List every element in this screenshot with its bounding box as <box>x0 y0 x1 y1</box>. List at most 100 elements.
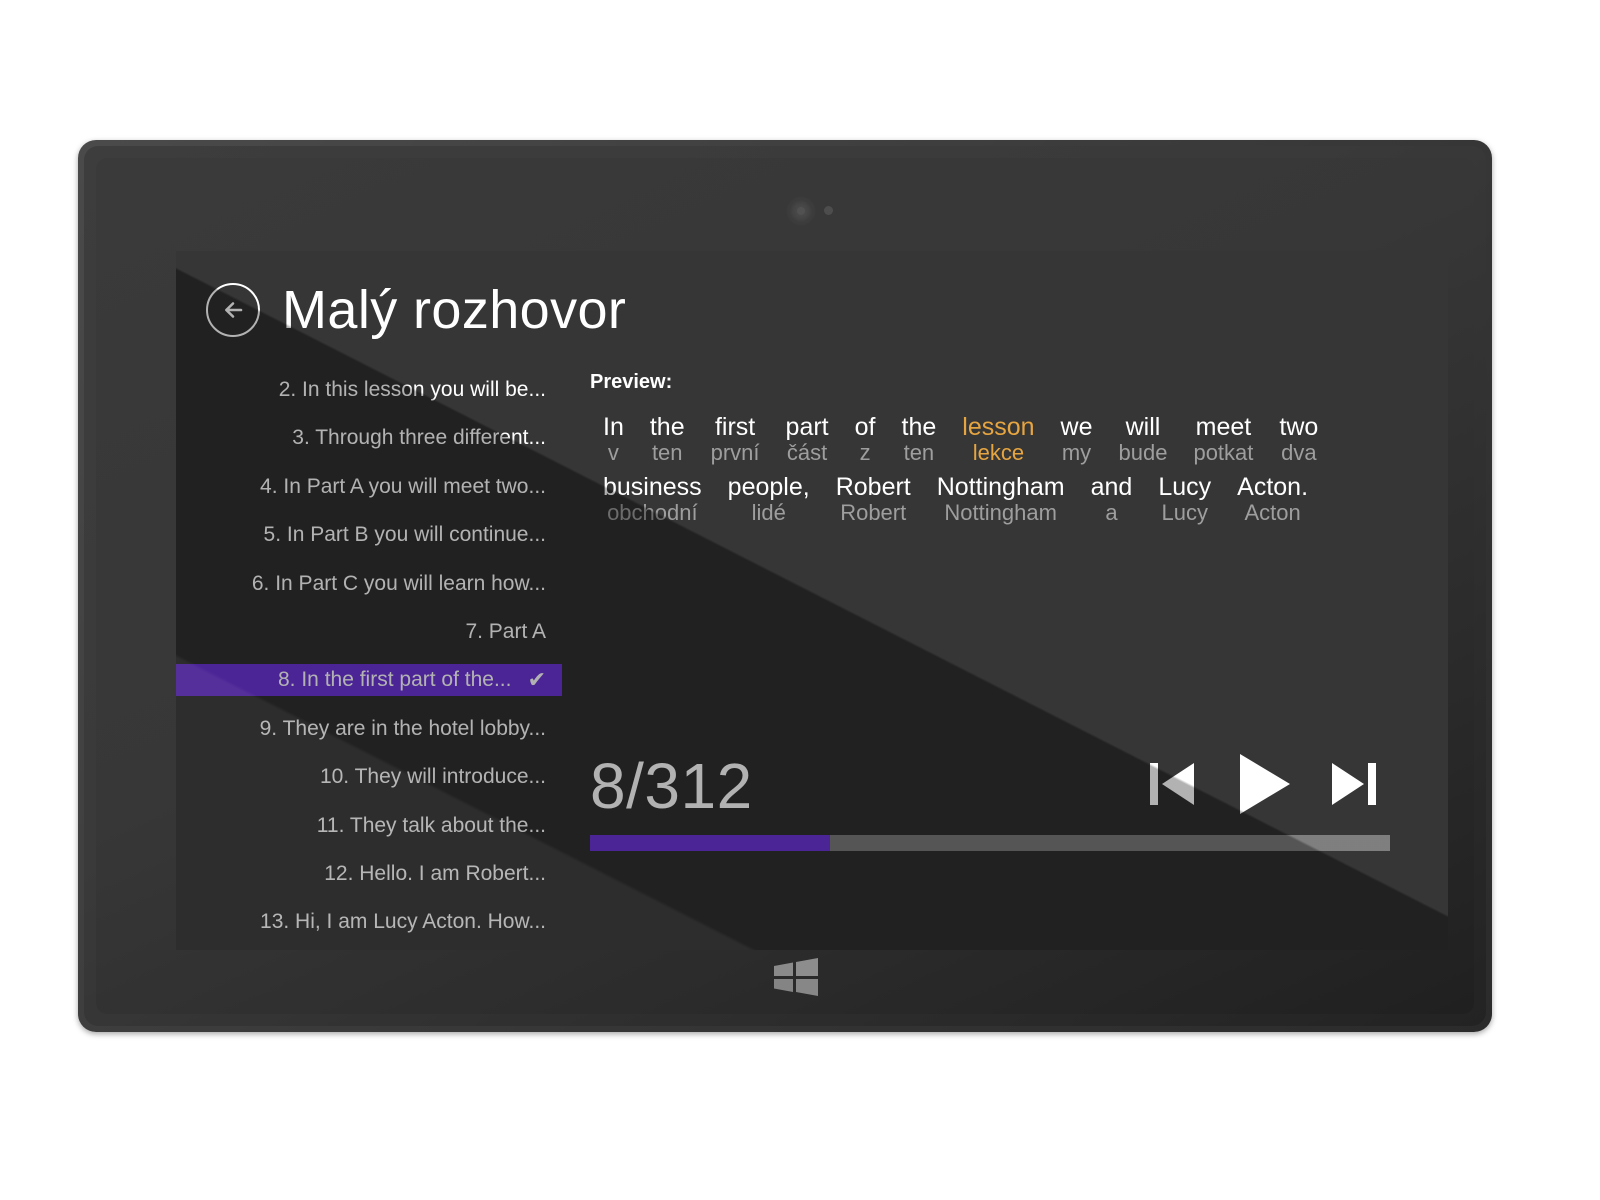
checkmark-icon: ✔ <box>527 667 546 693</box>
preview-word-source: Acton. <box>1237 472 1309 501</box>
preview-word-source: first <box>714 413 756 441</box>
preview-word-translation: my <box>1061 440 1092 466</box>
preview-word-source: business <box>603 472 702 501</box>
preview-word-translation: obchodní <box>607 499 698 525</box>
lesson-item-label: 11. They talk about the... <box>316 813 546 837</box>
lesson-item-label: 8. In the first part of the... <box>278 668 512 692</box>
lesson-item[interactable]: 7. Part A <box>176 616 562 648</box>
preview-word-translation: první <box>710 440 760 466</box>
preview-word-source: In <box>603 413 624 441</box>
lesson-list: 2. In this lesson you will be... 3. Throu… <box>176 374 562 950</box>
preview-word-source: Nottingham <box>936 472 1065 501</box>
preview-word-translation: Robert <box>840 499 907 525</box>
preview-word-translation: z <box>859 440 871 466</box>
lesson-item[interactable]: 5. In Part B you will continue... <box>176 519 562 551</box>
lesson-item[interactable]: 3. Through three different... <box>176 422 562 454</box>
lesson-item-label: 10. They will introduce... <box>319 765 546 789</box>
preview-word-source: of <box>854 413 876 441</box>
preview-word-source: Lucy <box>1158 472 1212 501</box>
player-controls-row: 8/312 <box>590 743 1390 829</box>
preview-word-pair[interactable]: two dva <box>1266 414 1331 466</box>
play-button[interactable] <box>1232 750 1294 823</box>
preview-word-source: people, <box>727 472 810 501</box>
preview-word-source: and <box>1090 472 1133 501</box>
lesson-item-label: 6. In Part C you will learn how... <box>251 571 546 595</box>
previous-button[interactable] <box>1146 756 1198 817</box>
back-arrow-icon <box>220 297 246 323</box>
preview-word-pair[interactable]: part část <box>773 414 842 466</box>
preview-label: Preview: <box>590 371 673 393</box>
lesson-item[interactable]: 11. They talk about the... <box>176 810 562 842</box>
preview-word-pair[interactable]: meet potkat <box>1180 414 1266 466</box>
preview-word-translation: ten <box>651 440 683 466</box>
preview-row: In v the ten first první part část of z the ten less… <box>590 414 1390 466</box>
preview-word-pair[interactable]: the ten <box>637 414 698 466</box>
preview-word-pair-highlighted[interactable]: lesson lekce <box>949 414 1047 466</box>
lesson-item[interactable]: 2. In this lesson you will be... <box>176 374 562 406</box>
windows-logo-icon <box>772 958 820 996</box>
preview-row: business obchodní people, lidé Robert Robert N… <box>590 472 1390 526</box>
tablet-device: Malý rozhovor 2. In this lesson you will… <box>78 140 1492 1032</box>
preview-word-translation: lekce <box>972 440 1025 466</box>
preview-word-source: part <box>785 413 829 441</box>
preview-word-pair[interactable]: the ten <box>889 414 950 466</box>
preview-word-translation: bude <box>1118 440 1168 466</box>
lesson-item[interactable]: 9. They are in the hotel lobby... <box>176 713 562 745</box>
lesson-item-selected[interactable]: 8. In the first part of the... ✔ <box>176 664 562 697</box>
lesson-item-label: 12. Hello. I am Robert... <box>324 861 546 885</box>
preview-word-translation: Nottingham <box>944 499 1057 525</box>
next-button[interactable] <box>1328 756 1380 817</box>
page-title: Malý rozhovor <box>282 280 627 340</box>
preview-word-pair[interactable]: will bude <box>1106 414 1181 466</box>
preview-panel: Preview: In v the ten first první part část of z t… <box>590 371 1390 533</box>
lesson-item[interactable]: 6. In Part C you will learn how... <box>176 568 562 600</box>
lesson-item-label: 13. Hi, I am Lucy Acton. How... <box>260 910 546 934</box>
preview-rows: In v the ten first první part část of z the ten less… <box>590 414 1390 525</box>
light-sensor-icon <box>824 206 833 215</box>
preview-word-translation: Lucy <box>1161 499 1208 525</box>
lesson-item[interactable]: 13. Hi, I am Lucy Acton. How... <box>176 906 562 938</box>
app-window: Malý rozhovor 2. In this lesson you will… <box>176 251 1448 950</box>
preview-word-source: two <box>1279 413 1319 441</box>
skip-previous-icon <box>1146 756 1198 817</box>
preview-word-source: meet <box>1195 413 1252 441</box>
preview-word-pair[interactable]: Nottingham Nottingham <box>924 472 1078 526</box>
preview-word-pair[interactable]: of z <box>842 414 889 466</box>
preview-word-pair[interactable]: In v <box>590 414 637 466</box>
lesson-item[interactable]: 12. Hello. I am Robert... <box>176 858 562 890</box>
preview-word-translation: a <box>1105 499 1118 525</box>
preview-word-pair[interactable]: and a <box>1078 472 1146 526</box>
preview-word-source: lesson <box>962 413 1035 441</box>
preview-word-translation: část <box>786 440 828 466</box>
tablet-body-inner: Malý rozhovor 2. In this lesson you will… <box>84 146 1486 1026</box>
preview-word-pair[interactable]: Acton. Acton <box>1224 472 1321 526</box>
app-header: Malý rozhovor <box>206 283 626 337</box>
preview-word-source: Robert <box>835 472 911 501</box>
preview-word-pair[interactable]: business obchodní <box>590 472 715 526</box>
lesson-item[interactable]: 10. They will introduce... <box>176 761 562 793</box>
progress-bar[interactable] <box>590 835 1390 851</box>
tablet-screen: Malý rozhovor 2. In this lesson you will… <box>176 251 1448 950</box>
preview-word-pair[interactable]: Robert Robert <box>823 472 924 526</box>
preview-word-pair[interactable]: we my <box>1048 414 1106 466</box>
tablet-bezel: Malý rozhovor 2. In this lesson you will… <box>96 158 1474 1014</box>
preview-word-source: will <box>1125 413 1161 441</box>
preview-word-pair[interactable]: first první <box>698 414 773 466</box>
preview-word-translation: dva <box>1281 440 1317 466</box>
transport-controls <box>1146 750 1390 823</box>
lesson-item-label: 3. Through three different... <box>292 426 546 450</box>
preview-word-source: the <box>901 413 937 441</box>
preview-word-pair[interactable]: Lucy Lucy <box>1145 472 1224 526</box>
windows-home-button[interactable] <box>741 953 851 1001</box>
lesson-item-label: 2. In this lesson you will be... <box>278 378 546 401</box>
preview-word-translation: lidé <box>751 499 786 525</box>
back-button[interactable] <box>206 283 260 337</box>
preview-word-source: we <box>1060 413 1093 441</box>
preview-word-translation: Acton <box>1244 499 1301 525</box>
progress-bar-fill <box>590 835 830 851</box>
play-icon <box>1232 750 1294 823</box>
preview-word-translation: potkat <box>1193 440 1254 466</box>
front-camera-icon <box>788 198 814 224</box>
preview-word-pair[interactable]: people, lidé <box>715 472 823 526</box>
lesson-item[interactable]: 4. In Part A you will meet two... <box>176 471 562 503</box>
